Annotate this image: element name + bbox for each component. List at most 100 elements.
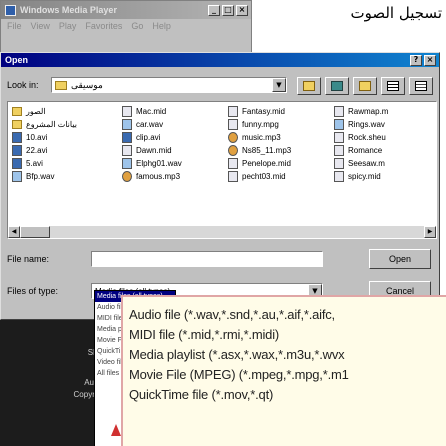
dialog-close-button[interactable]: ×	[424, 54, 436, 66]
file-name: Rawmap.m	[348, 107, 389, 116]
file-name-label: File name:	[7, 254, 50, 264]
desktop-button[interactable]	[325, 77, 349, 95]
file-item[interactable]: Seesaw.m	[334, 157, 385, 170]
dialog-title: Open	[5, 55, 29, 65]
scroll-left-icon[interactable]: ◀	[8, 226, 20, 238]
scroll-right-icon[interactable]: ▶	[424, 226, 436, 238]
details-view-icon	[415, 81, 427, 91]
file-name: car.wav	[136, 120, 164, 129]
details-view-button[interactable]	[409, 77, 433, 95]
file-name: Rings.wav	[348, 120, 385, 129]
up-folder-button[interactable]	[297, 77, 321, 95]
chevron-down-icon[interactable]: ▼	[272, 78, 286, 92]
file-name-field[interactable]	[91, 251, 323, 267]
file-item[interactable]: بيانات المشروع	[12, 118, 77, 131]
file-item[interactable]: Mac.mid	[122, 105, 166, 118]
file-item[interactable]: 22.avi	[12, 144, 47, 157]
file-name: Fantasy.mid	[242, 107, 285, 116]
file-item[interactable]: 10.avi	[12, 131, 47, 144]
file-item[interactable]: music.mp3	[228, 131, 281, 144]
desktop-icon	[331, 81, 343, 91]
file-item[interactable]: Romance	[334, 144, 382, 157]
menu-help[interactable]: Help	[152, 21, 171, 31]
close-button[interactable]: ×	[236, 4, 248, 16]
file-name: بيانات المشروع	[26, 120, 77, 129]
file-item[interactable]: funny.mpg	[228, 118, 279, 131]
avi-file-icon	[12, 145, 22, 156]
minimize-button[interactable]: _	[208, 4, 220, 16]
file-item[interactable]: spicy.mid	[334, 170, 381, 183]
file-name: music.mp3	[242, 133, 281, 142]
wav-file-icon	[122, 158, 132, 169]
new-folder-button[interactable]	[353, 77, 377, 95]
menu-file[interactable]: File	[7, 21, 22, 31]
file-item[interactable]: Rings.wav	[334, 118, 385, 131]
file-name: clip.avi	[136, 133, 161, 142]
file-name: Bfp.wav	[26, 172, 55, 181]
file-item[interactable]: Rawmap.m	[334, 105, 388, 118]
midi-file-icon	[334, 132, 344, 143]
midi-file-icon	[122, 106, 132, 117]
midi-file-icon	[228, 171, 238, 182]
wav-file-icon	[334, 119, 344, 130]
file-item[interactable]: pecht03.mid	[228, 170, 286, 183]
file-type-zoom-callout: Audio file (*.wav,*.snd,*.au,*.aif,*.aif…	[121, 295, 446, 446]
file-name: Mac.mid	[136, 107, 167, 116]
look-in-row: Look in: موسيقى ▼	[7, 77, 287, 93]
look-in-label: Look in:	[7, 80, 39, 90]
look-in-value: موسيقى	[71, 79, 103, 90]
help-button[interactable]: ?	[410, 54, 422, 66]
avi-file-icon	[12, 158, 22, 169]
folder-file-icon	[12, 120, 22, 129]
midi-file-icon	[334, 106, 344, 117]
look-in-combo[interactable]: موسيقى ▼	[51, 77, 287, 93]
menu-go[interactable]: Go	[131, 21, 143, 31]
file-name: الصور	[26, 107, 46, 116]
menu-favorites[interactable]: Favorites	[85, 21, 122, 31]
file-list[interactable]: الصور بيانات المشروع 10.avi 22.avi 5.avi Bfp.…	[7, 101, 437, 239]
file-name: 5.avi	[26, 159, 43, 168]
file-item[interactable]: 5.avi	[12, 157, 43, 170]
dialog-toolbar	[297, 77, 433, 95]
file-grid: الصور بيانات المشروع 10.avi 22.avi 5.avi Bfp.…	[12, 105, 436, 223]
midi-file-icon	[228, 158, 238, 169]
avi-file-icon	[122, 132, 132, 143]
file-item[interactable]: Rock.sheu	[334, 131, 386, 144]
menu-view[interactable]: View	[31, 21, 50, 31]
file-item[interactable]: Fantasy.mid	[228, 105, 285, 118]
file-name: funny.mpg	[242, 120, 279, 129]
file-item[interactable]: Bfp.wav	[12, 170, 54, 183]
menu-bar: File View Play Favorites Go Help	[1, 19, 251, 33]
midi-file-icon	[334, 158, 344, 169]
wav-file-icon	[12, 171, 22, 182]
list-view-button[interactable]	[381, 77, 405, 95]
folder-file-icon	[12, 107, 22, 116]
file-item[interactable]: Dawn.mid	[122, 144, 172, 157]
horizontal-scrollbar[interactable]: ◀ ▶	[8, 226, 436, 238]
list-view-icon	[387, 81, 399, 91]
menu-play[interactable]: Play	[59, 21, 77, 31]
midi-file-icon	[334, 145, 344, 156]
maximize-button[interactable]: □	[222, 4, 234, 16]
open-button[interactable]: Open	[369, 249, 431, 269]
file-item[interactable]: Ns85_11.mp3	[228, 144, 291, 157]
pointer-arrow-icon	[111, 424, 121, 436]
file-name: Elphg01.wav	[136, 159, 182, 168]
file-item[interactable]: clip.avi	[122, 131, 160, 144]
file-item[interactable]: famous.mp3	[122, 170, 180, 183]
file-item[interactable]: Penelope.mid	[228, 157, 291, 170]
file-item[interactable]: Elphg01.wav	[122, 157, 182, 170]
file-name: Seesaw.m	[348, 159, 385, 168]
file-item[interactable]: car.wav	[122, 118, 163, 131]
midi-file-icon	[228, 119, 238, 130]
scroll-thumb[interactable]	[20, 226, 50, 238]
zoomed-file-type-option: Audio file (*.wav,*.snd,*.au,*.aif,*.aif…	[129, 307, 335, 322]
midi-file-icon	[228, 106, 238, 117]
midi-file-icon	[334, 171, 344, 182]
media-player-title: Windows Media Player	[20, 5, 117, 15]
scroll-track[interactable]	[50, 226, 424, 238]
folder-icon	[55, 80, 67, 90]
file-item[interactable]: الصور	[12, 105, 46, 118]
mp3-file-icon	[228, 145, 238, 156]
zoomed-file-type-option: QuickTime file (*.mov,*.qt)	[129, 387, 274, 402]
